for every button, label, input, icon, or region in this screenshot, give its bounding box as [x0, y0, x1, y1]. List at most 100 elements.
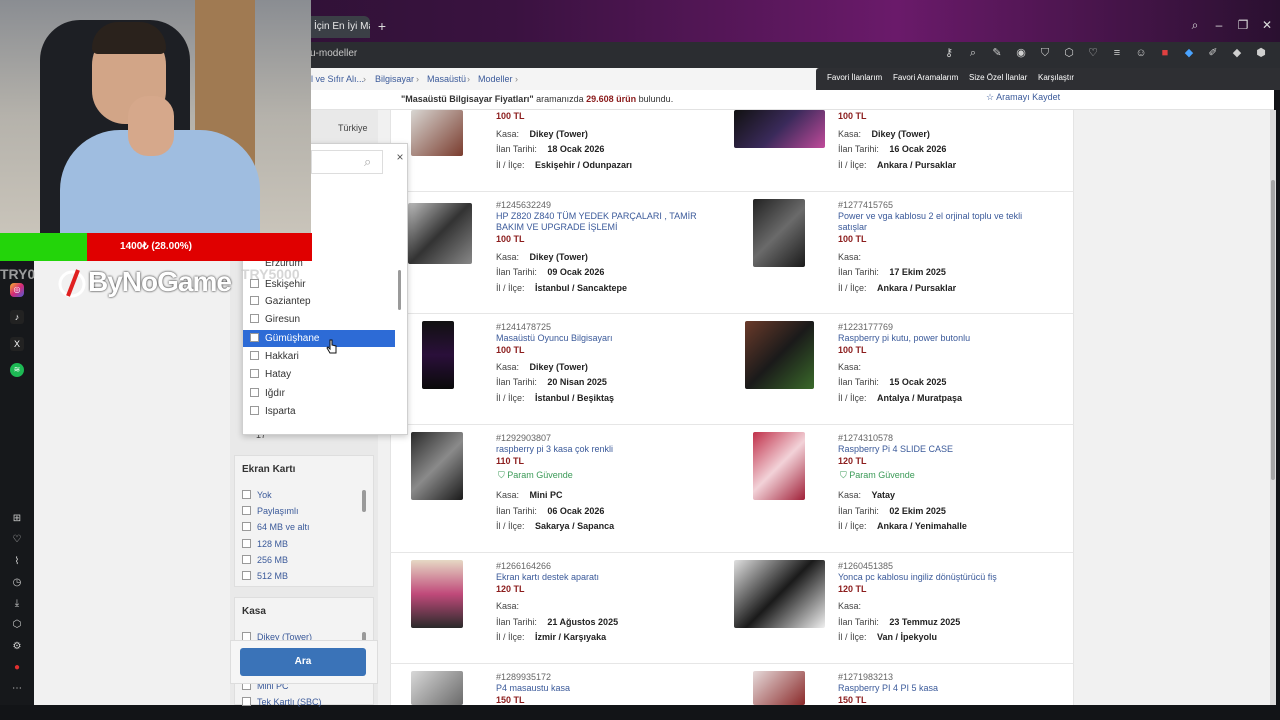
zoom-icon[interactable]: ⌕ [966, 46, 980, 60]
shield-icon[interactable]: ⛉ [1038, 46, 1052, 60]
listing-thumbnail[interactable] [734, 110, 825, 148]
breadcrumb-item[interactable]: l ve Sıfır Alı... [311, 68, 364, 90]
settings-icon[interactable]: ⚙ [10, 640, 24, 654]
chart-icon[interactable]: ⌇ [10, 555, 24, 569]
gpu-option[interactable]: 128 MB [242, 537, 288, 551]
extension-red-icon[interactable]: ■ [1158, 46, 1172, 60]
breadcrumb-item[interactable]: Modeller [478, 68, 513, 90]
search-icon[interactable]: ⌕ [1188, 18, 1202, 32]
edit-icon[interactable]: ✎ [990, 46, 1004, 60]
listing-thumbnail[interactable] [745, 321, 814, 389]
listing-title[interactable]: Raspberry PI 4 PI 5 kasa [838, 683, 1048, 694]
listing-title[interactable]: Raspberry Pi 4 SLIDE CASE [838, 444, 1048, 455]
listing-title[interactable]: Masaüstü Oyuncu Bilgisayarı [496, 333, 706, 344]
listing-title[interactable]: P4 masaustu kasa [496, 683, 706, 694]
checkbox[interactable] [242, 539, 251, 548]
nav-special-listings[interactable]: Size Özel İlanlar [969, 73, 1027, 82]
city-option[interactable]: Hatay [250, 366, 394, 383]
checkbox[interactable] [250, 296, 259, 305]
listing-thumbnail[interactable] [411, 560, 463, 628]
listing-title[interactable]: Yonca pc kablosu ingiliz dönüştürücü fiş [838, 572, 1048, 583]
gpu-scrollbar[interactable] [362, 490, 366, 512]
city-option[interactable]: Iğdır [250, 385, 394, 402]
new-tab-button[interactable]: + [376, 18, 388, 34]
nav-compare[interactable]: Karşılaştır [1038, 73, 1074, 82]
city-option[interactable]: Giresun [250, 311, 394, 328]
clock-icon[interactable]: ◷ [10, 576, 24, 590]
more-icon[interactable]: ⋯ [10, 682, 24, 696]
gpu-option[interactable]: Yok [242, 488, 272, 502]
x-icon[interactable]: X [10, 337, 24, 351]
checkbox[interactable] [250, 333, 259, 342]
page-scroll-thumb[interactable] [1271, 180, 1275, 480]
nav-favorite-listings[interactable]: Favori İlanlarım [827, 73, 882, 82]
listing-thumbnail[interactable] [753, 432, 805, 500]
listing-thumbnail[interactable] [411, 432, 463, 500]
listing-thumbnail[interactable] [422, 321, 454, 389]
checkbox[interactable] [242, 522, 251, 531]
city-option[interactable]: Hakkari [250, 348, 394, 365]
diamond-icon[interactable]: ◆ [1230, 46, 1244, 60]
tiktok-icon[interactable]: ♪ [10, 310, 24, 324]
puzzle-icon[interactable]: ⬢ [1254, 46, 1268, 60]
menu-icon[interactable]: ≡ [1110, 46, 1124, 60]
city-option-selected[interactable]: Gümüşhane [243, 330, 395, 347]
download-icon[interactable]: ⤓ [10, 597, 24, 611]
breadcrumb-item[interactable]: Masaüstü [427, 68, 466, 90]
profile-icon[interactable]: ☺ [1134, 46, 1148, 60]
gpu-option[interactable]: Paylaşımlı [242, 504, 299, 518]
listing-thumbnail[interactable] [408, 203, 472, 264]
gpu-option[interactable]: 64 MB ve altı [242, 520, 310, 534]
checkbox[interactable] [250, 369, 259, 378]
checkbox[interactable] [250, 388, 259, 397]
city-option[interactable]: Gaziantep [250, 293, 394, 310]
case-option[interactable]: Tek Kartlı (SBC) [242, 695, 322, 709]
nav-favorite-searches[interactable]: Favori Aramalarım [893, 73, 958, 82]
heart-icon[interactable]: ♡ [1086, 46, 1100, 60]
gpu-option[interactable]: 512 MB [242, 569, 288, 583]
camera-icon[interactable]: ◉ [1014, 46, 1028, 60]
heart-icon[interactable]: ♡ [10, 533, 24, 547]
breadcrumb-item[interactable]: Bilgisayar [375, 68, 414, 90]
listing-thumbnail[interactable] [411, 110, 463, 156]
listing-thumbnail[interactable] [753, 671, 805, 705]
listing-title[interactable]: Raspberry pi kutu, power butonlu [838, 333, 1048, 344]
listing-title[interactable]: HP Z820 Z840 TÜM YEDEK PARÇALARI , TAMİR… [496, 211, 706, 233]
grid-icon[interactable]: ⊞ [10, 512, 24, 526]
key-icon[interactable]: ⚷ [942, 46, 956, 60]
checkbox[interactable] [242, 697, 251, 706]
checkbox[interactable] [250, 406, 259, 415]
listing-title[interactable]: Power ve vga kablosu 2 el orjinal toplu … [838, 211, 1048, 233]
instagram-icon[interactable]: ◎ [10, 283, 24, 297]
checkbox[interactable] [250, 351, 259, 360]
pen-icon[interactable]: ✐ [1206, 46, 1220, 60]
city-list-scrollbar[interactable] [398, 270, 401, 310]
listing-thumbnail[interactable] [411, 671, 463, 705]
search-button[interactable]: Ara [240, 648, 366, 676]
restore-icon[interactable]: ❐ [1236, 18, 1250, 32]
spotify-icon[interactable]: ≋ [10, 363, 24, 377]
listing-title[interactable]: raspberry pi 3 kasa çok renkli [496, 444, 706, 455]
listing-thumbnail[interactable] [734, 560, 825, 628]
save-search-link[interactable]: ☆ Aramayı Kaydet [986, 92, 1060, 103]
box-icon[interactable]: ⬡ [10, 618, 24, 632]
url-text[interactable]: u-modeller [310, 47, 357, 61]
cube-icon[interactable]: ⬡ [1062, 46, 1076, 60]
extension-blue-icon[interactable]: ◆ [1182, 46, 1196, 60]
case-label: Kasa: [838, 362, 862, 372]
listing-title[interactable]: Ekran kartı destek aparatı [496, 572, 706, 583]
checkbox[interactable] [242, 571, 251, 580]
search-icon[interactable]: ⌕ [364, 155, 378, 169]
gpu-option[interactable]: 256 MB [242, 553, 288, 567]
page-scrollbar[interactable] [1270, 110, 1276, 705]
close-icon[interactable]: ✕ [1260, 18, 1274, 32]
record-icon[interactable]: ● [10, 661, 24, 675]
checkbox[interactable] [242, 555, 251, 564]
checkbox[interactable] [242, 506, 251, 515]
checkbox[interactable] [250, 314, 259, 323]
city-option[interactable]: Isparta [250, 403, 394, 420]
close-icon[interactable]: × [394, 151, 406, 163]
minimize-icon[interactable]: – [1212, 18, 1226, 32]
listing-thumbnail[interactable] [753, 199, 805, 267]
checkbox[interactable] [242, 490, 251, 499]
